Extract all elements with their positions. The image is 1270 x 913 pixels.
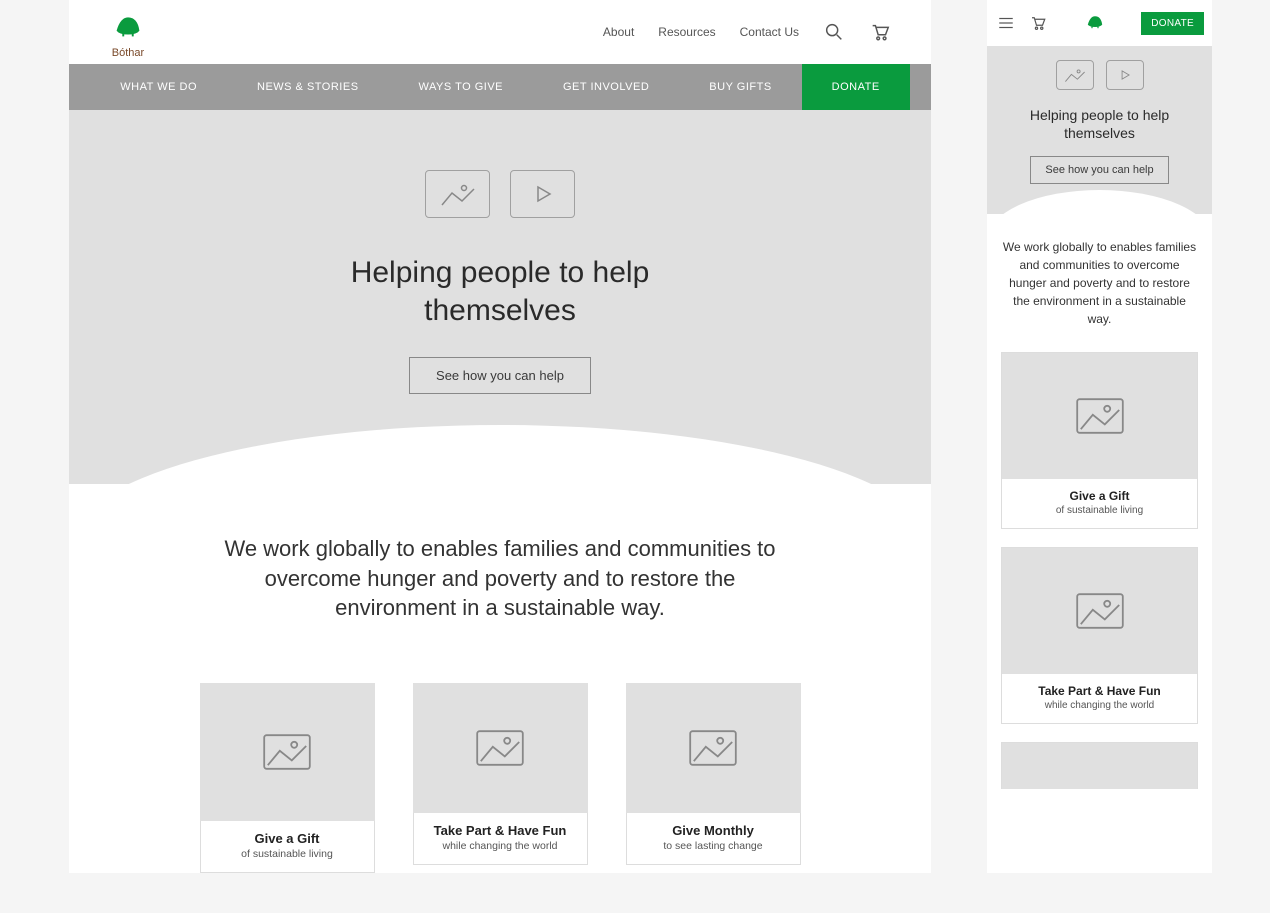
mobile-header: DONATE bbox=[987, 0, 1212, 46]
card-give-gift[interactable]: Give a Gift of sustainable living bbox=[200, 683, 375, 873]
image-placeholder-icon bbox=[1002, 548, 1197, 674]
image-placeholder-icon bbox=[425, 170, 490, 218]
brand-logo[interactable]: Bóthar bbox=[109, 6, 147, 59]
topnav-about[interactable]: About bbox=[603, 25, 634, 39]
image-placeholder-icon bbox=[1002, 353, 1197, 479]
desktop-view: Bóthar About Resources Contact Us WHAT W… bbox=[69, 0, 931, 873]
card-title: Give a Gift bbox=[209, 831, 366, 846]
card-subtitle: of sustainable living bbox=[209, 848, 366, 860]
mission-text: We work globally to enables families and… bbox=[220, 534, 780, 623]
image-placeholder-icon bbox=[1056, 60, 1094, 90]
nav-news-stories[interactable]: NEWS & STORIES bbox=[227, 64, 389, 110]
topnav-resources[interactable]: Resources bbox=[658, 25, 715, 39]
mission-text: We work globally to enables families and… bbox=[1001, 238, 1198, 328]
mobile-cards: Give a Gift of sustainable living Take P… bbox=[987, 352, 1212, 809]
nav-ways-to-give[interactable]: WAYS TO GIVE bbox=[389, 64, 533, 110]
mobile-mission: We work globally to enables families and… bbox=[987, 214, 1212, 352]
main-nav: WHAT WE DO NEWS & STORIES WAYS TO GIVE G… bbox=[69, 64, 931, 110]
card-give-monthly[interactable]: Give Monthly to see lasting change bbox=[626, 683, 801, 873]
mobile-view: DONATE Helping people to help themselves… bbox=[987, 0, 1212, 873]
hero-cta-button[interactable]: See how you can help bbox=[409, 357, 591, 394]
search-icon[interactable] bbox=[823, 21, 845, 43]
hero-media-row bbox=[109, 170, 891, 218]
image-placeholder-icon bbox=[200, 683, 375, 821]
card-title: Give Monthly bbox=[635, 823, 792, 838]
brand-name: Bóthar bbox=[109, 47, 147, 59]
bothar-logo-icon bbox=[109, 6, 147, 44]
card-subtitle: while changing the world bbox=[1010, 700, 1189, 711]
image-placeholder-icon bbox=[626, 683, 801, 813]
nav-buy-gifts[interactable]: BUY GIFTS bbox=[679, 64, 801, 110]
hero-cta-button[interactable]: See how you can help bbox=[1030, 156, 1168, 184]
card-subtitle: while changing the world bbox=[422, 840, 579, 852]
top-header: Bóthar About Resources Contact Us bbox=[69, 0, 931, 64]
nav-get-involved[interactable]: GET INVOLVED bbox=[533, 64, 679, 110]
video-placeholder-icon[interactable] bbox=[1106, 60, 1144, 90]
card-title: Take Part & Have Fun bbox=[422, 823, 579, 838]
mission-section: We work globally to enables families and… bbox=[69, 484, 931, 663]
bothar-logo-icon bbox=[1083, 9, 1107, 33]
image-placeholder-icon bbox=[1002, 743, 1197, 789]
topnav-contact[interactable]: Contact Us bbox=[740, 25, 799, 39]
nav-donate[interactable]: DONATE bbox=[802, 64, 910, 110]
card-give-gift[interactable]: Give a Gift of sustainable living bbox=[1001, 352, 1198, 529]
hero-media-row bbox=[999, 60, 1200, 90]
hero-headline: Helping people to help themselves bbox=[1020, 106, 1180, 142]
card-partial[interactable] bbox=[1001, 742, 1198, 789]
card-take-part[interactable]: Take Part & Have Fun while changing the … bbox=[1001, 547, 1198, 724]
mobile-donate-button[interactable]: DONATE bbox=[1141, 12, 1204, 35]
card-take-part[interactable]: Take Part & Have Fun while changing the … bbox=[413, 683, 588, 873]
mobile-hero: Helping people to help themselves See ho… bbox=[987, 46, 1212, 214]
hero-headline: Helping people to help themselves bbox=[300, 254, 700, 329]
video-placeholder-icon[interactable] bbox=[510, 170, 575, 218]
image-placeholder-icon bbox=[413, 683, 588, 813]
top-utility-nav: About Resources Contact Us bbox=[603, 21, 891, 43]
card-title: Give a Gift bbox=[1010, 489, 1189, 503]
card-subtitle: of sustainable living bbox=[1010, 505, 1189, 516]
cart-icon[interactable] bbox=[869, 21, 891, 43]
brand-logo[interactable] bbox=[1083, 9, 1107, 38]
cards-row: Give a Gift of sustainable living Take P… bbox=[69, 663, 931, 873]
card-title: Take Part & Have Fun bbox=[1010, 684, 1189, 698]
hamburger-menu-icon[interactable] bbox=[995, 12, 1017, 34]
card-subtitle: to see lasting change bbox=[635, 840, 792, 852]
cart-icon[interactable] bbox=[1027, 12, 1049, 34]
hero-section: Helping people to help themselves See ho… bbox=[69, 110, 931, 484]
nav-what-we-do[interactable]: WHAT WE DO bbox=[90, 64, 227, 110]
